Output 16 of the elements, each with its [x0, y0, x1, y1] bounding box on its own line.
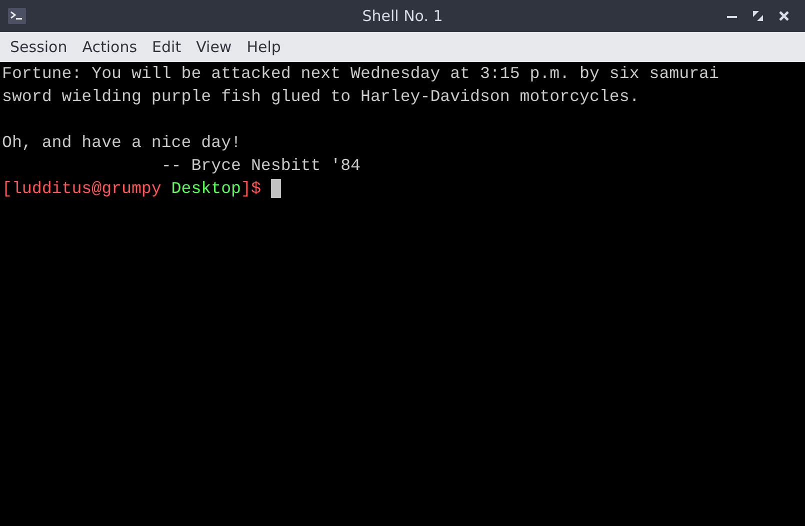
close-icon — [778, 10, 790, 22]
window-title: Shell No. 1 — [362, 7, 443, 25]
output-line: Fortune: You will be attacked next Wednesday at 3:15 p.m. by six samurai — [2, 63, 720, 85]
output-line: -- Bryce Nesbitt '84 — [160, 155, 362, 177]
menu-item[interactable]: View — [189, 36, 239, 58]
prompt-text: [ludditus@grumpy — [2, 178, 162, 200]
output-line: Oh, and have a nice day! — [2, 132, 242, 154]
prompt-text: ]$ — [241, 178, 261, 200]
menu-item[interactable]: Help — [240, 36, 288, 58]
restore-icon — [752, 10, 764, 22]
terminal-icon — [8, 8, 26, 24]
output-line: sword wielding purple fish glued to Harley-Davidson motorcycles. — [2, 86, 640, 108]
menu-item[interactable]: Edit — [145, 36, 188, 58]
menu-item[interactable]: Session — [3, 36, 74, 58]
menu-item[interactable]: Actions — [75, 36, 144, 58]
prompt-text: Desktop — [171, 178, 242, 200]
